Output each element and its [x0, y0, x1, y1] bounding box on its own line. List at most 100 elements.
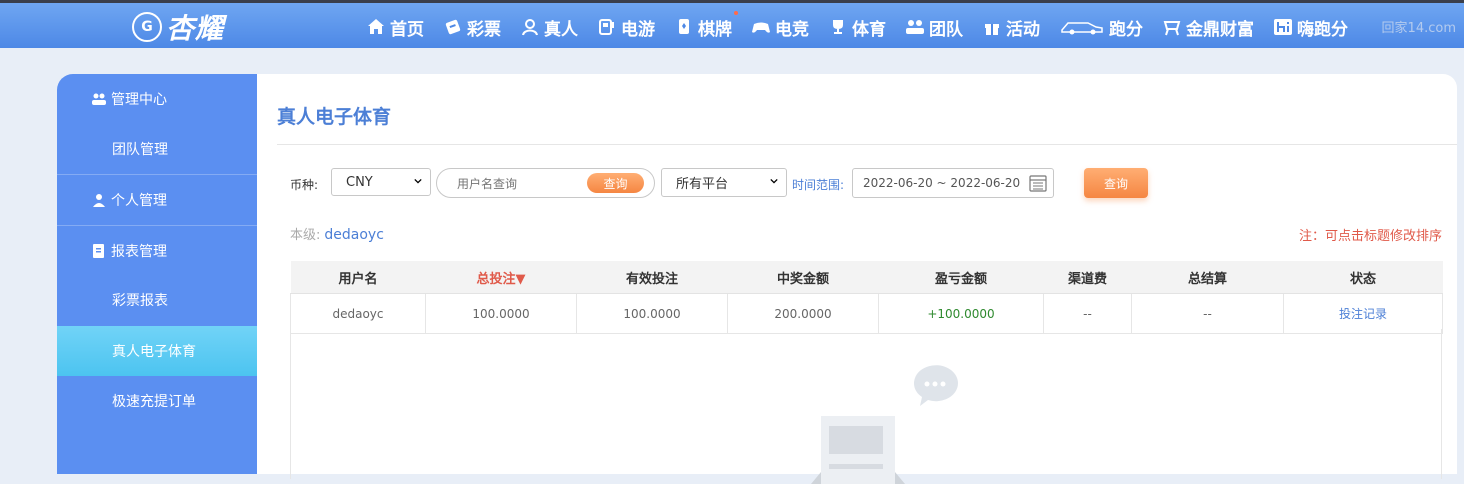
home-icon	[366, 17, 386, 37]
cards-icon	[674, 17, 694, 37]
platform-value: 所有平台	[676, 177, 729, 192]
nav-label: 金鼎财富	[1186, 19, 1254, 40]
slot-machine-icon	[597, 17, 617, 37]
sidebar-group-management-center[interactable]: 管理中心	[57, 74, 257, 124]
time-range-label: 时间范围:	[792, 178, 845, 192]
nav-item-home[interactable]: 首页	[366, 15, 424, 40]
cell-profit-loss: +100.0000	[878, 293, 1044, 334]
col-valid-bet[interactable]: 有效投注	[576, 261, 728, 294]
sidebar-item-lottery-report[interactable]: 彩票报表	[57, 275, 257, 325]
report-table: 用户名 总投注▼ 有效投注 中奖金额 盈亏金额 渠道费 总结算 状态 dedao…	[290, 261, 1443, 334]
divider	[277, 144, 1457, 145]
nav-item-team[interactable]: 团队	[905, 15, 963, 40]
main-panel: 真人电子体育 币种: CNY 查询 所有平台 时间范围: 2022-06-20 …	[257, 74, 1457, 484]
nav-label: 跑分	[1109, 19, 1143, 40]
sidebar-item-live-electronic-sports[interactable]: 真人电子体育	[57, 326, 257, 376]
tripod-icon	[1162, 17, 1182, 37]
nav-label: 团队	[929, 19, 963, 40]
team-icon	[905, 17, 925, 37]
chevron-down-icon	[414, 178, 422, 184]
nav-item-esports[interactable]: 电竞	[751, 15, 809, 40]
gamepad-icon	[751, 17, 771, 37]
cell-total-bet: 100.0000	[425, 293, 577, 334]
cell-channel-fee: --	[1043, 293, 1132, 334]
sidebar-label: 团队管理	[112, 142, 168, 158]
level-username[interactable]: dedaoyc	[324, 227, 384, 243]
col-win-amount[interactable]: 中奖金额	[727, 261, 879, 294]
cell-valid-bet: 100.0000	[576, 293, 728, 334]
hi-icon	[1273, 17, 1293, 37]
sidebar-label: 极速充提订单	[112, 394, 196, 410]
platform-select[interactable]: 所有平台	[661, 168, 787, 197]
col-status[interactable]: 状态	[1283, 261, 1443, 294]
nav-label: 体育	[852, 19, 886, 40]
lottery-ticket-icon	[443, 17, 463, 37]
nav-item-live[interactable]: 真人	[520, 15, 578, 40]
col-channel-fee[interactable]: 渠道费	[1043, 261, 1132, 294]
username-search-box: 查询	[436, 168, 655, 198]
sidebar-item-fast-deposit-orders[interactable]: 极速充提订单	[57, 376, 257, 426]
empty-state	[290, 329, 1442, 484]
new-dot	[734, 10, 738, 15]
nav-label: 棋牌	[698, 19, 732, 40]
nav-item-chess[interactable]: 棋牌	[674, 10, 738, 40]
sidebar-label: 个人管理	[111, 192, 167, 209]
team-icon	[91, 91, 107, 107]
username-search-button[interactable]: 查询	[587, 173, 644, 193]
currency-value: CNY	[346, 174, 373, 190]
calendar-icon	[1029, 175, 1047, 192]
currency-select[interactable]: CNY	[331, 168, 431, 196]
nav-label: 电游	[621, 19, 655, 40]
table-header-row: 用户名 总投注▼ 有效投注 中奖金额 盈亏金额 渠道费 总结算 状态	[290, 261, 1443, 294]
col-total-settlement[interactable]: 总结算	[1131, 261, 1284, 294]
nav-label: 活动	[1006, 19, 1040, 40]
nav-item-hi-running[interactable]: 嗨跑分	[1273, 15, 1348, 40]
date-range-input[interactable]: 2022-06-20 ~ 2022-06-20	[852, 168, 1054, 198]
nav-label: 首页	[390, 19, 424, 40]
main-nav: 首页 彩票 真人 电游 棋牌 电竞 体育 团队 活动 跑分 金鼎财富 嗨跑分	[366, 6, 1367, 48]
user-icon	[91, 192, 107, 208]
date-range-value: 2022-06-20 ~ 2022-06-20	[863, 176, 1021, 190]
sidebar-label: 报表管理	[111, 243, 167, 260]
current-level: 本级: dedaoyc	[290, 224, 384, 243]
top-navbar: G 杏耀 首页 彩票 真人 电游 棋牌 电竞 体育 团队 活动 跑分 金鼎财富 …	[0, 0, 1464, 48]
gift-icon	[982, 17, 1002, 37]
nav-item-lottery[interactable]: 彩票	[443, 15, 501, 40]
chevron-down-icon	[770, 178, 778, 184]
col-total-bet[interactable]: 总投注▼	[425, 261, 577, 294]
empty-document-icon	[811, 365, 958, 484]
col-profit-loss[interactable]: 盈亏金额	[878, 261, 1044, 294]
report-icon	[91, 243, 107, 259]
sidebar-group-personal[interactable]: 个人管理	[57, 174, 257, 224]
level-label: 本级:	[290, 228, 321, 243]
logo-badge: G	[132, 12, 162, 42]
sort-note: 注：可点击标题修改排序	[1298, 229, 1442, 244]
sidebar-label: 管理中心	[111, 92, 167, 108]
watermark: 回家14.com	[1381, 21, 1456, 36]
page-title: 真人电子体育	[277, 106, 392, 128]
sidebar-item-team-management[interactable]: 团队管理	[57, 124, 257, 174]
col-username[interactable]: 用户名	[290, 261, 426, 294]
nav-item-running-score[interactable]: 跑分	[1059, 15, 1143, 40]
brand-logo[interactable]: G 杏耀	[132, 9, 224, 45]
nav-item-promotions[interactable]: 活动	[982, 15, 1040, 40]
nav-label: 真人	[544, 19, 578, 40]
table-row: dedaoyc 100.0000 100.0000 200.0000 +100.…	[290, 293, 1443, 334]
query-button[interactable]: 查询	[1084, 168, 1148, 198]
nav-label: 彩票	[467, 19, 501, 40]
nav-item-slots[interactable]: 电游	[597, 15, 655, 40]
sidebar-label: 彩票报表	[112, 293, 168, 309]
cell-total-settlement: --	[1131, 293, 1284, 334]
nav-label: 电竞	[775, 19, 809, 40]
sidebar-group-reports[interactable]: 报表管理	[57, 225, 257, 275]
sidebar: 管理中心 团队管理 个人管理 报表管理 彩票报表 真人电子体育 极速充提订单	[57, 74, 257, 474]
nav-label: 嗨跑分	[1297, 19, 1348, 40]
cell-username: dedaoyc	[290, 293, 426, 334]
username-search-input[interactable]	[455, 175, 579, 193]
cell-win-amount: 200.0000	[727, 293, 879, 334]
sidebar-label: 真人电子体育	[112, 344, 196, 360]
nav-item-jinding[interactable]: 金鼎财富	[1162, 15, 1254, 40]
logo-text: 杏耀	[166, 12, 225, 45]
bet-record-link[interactable]: 投注记录	[1283, 293, 1443, 334]
nav-item-sports[interactable]: 体育	[828, 15, 886, 40]
